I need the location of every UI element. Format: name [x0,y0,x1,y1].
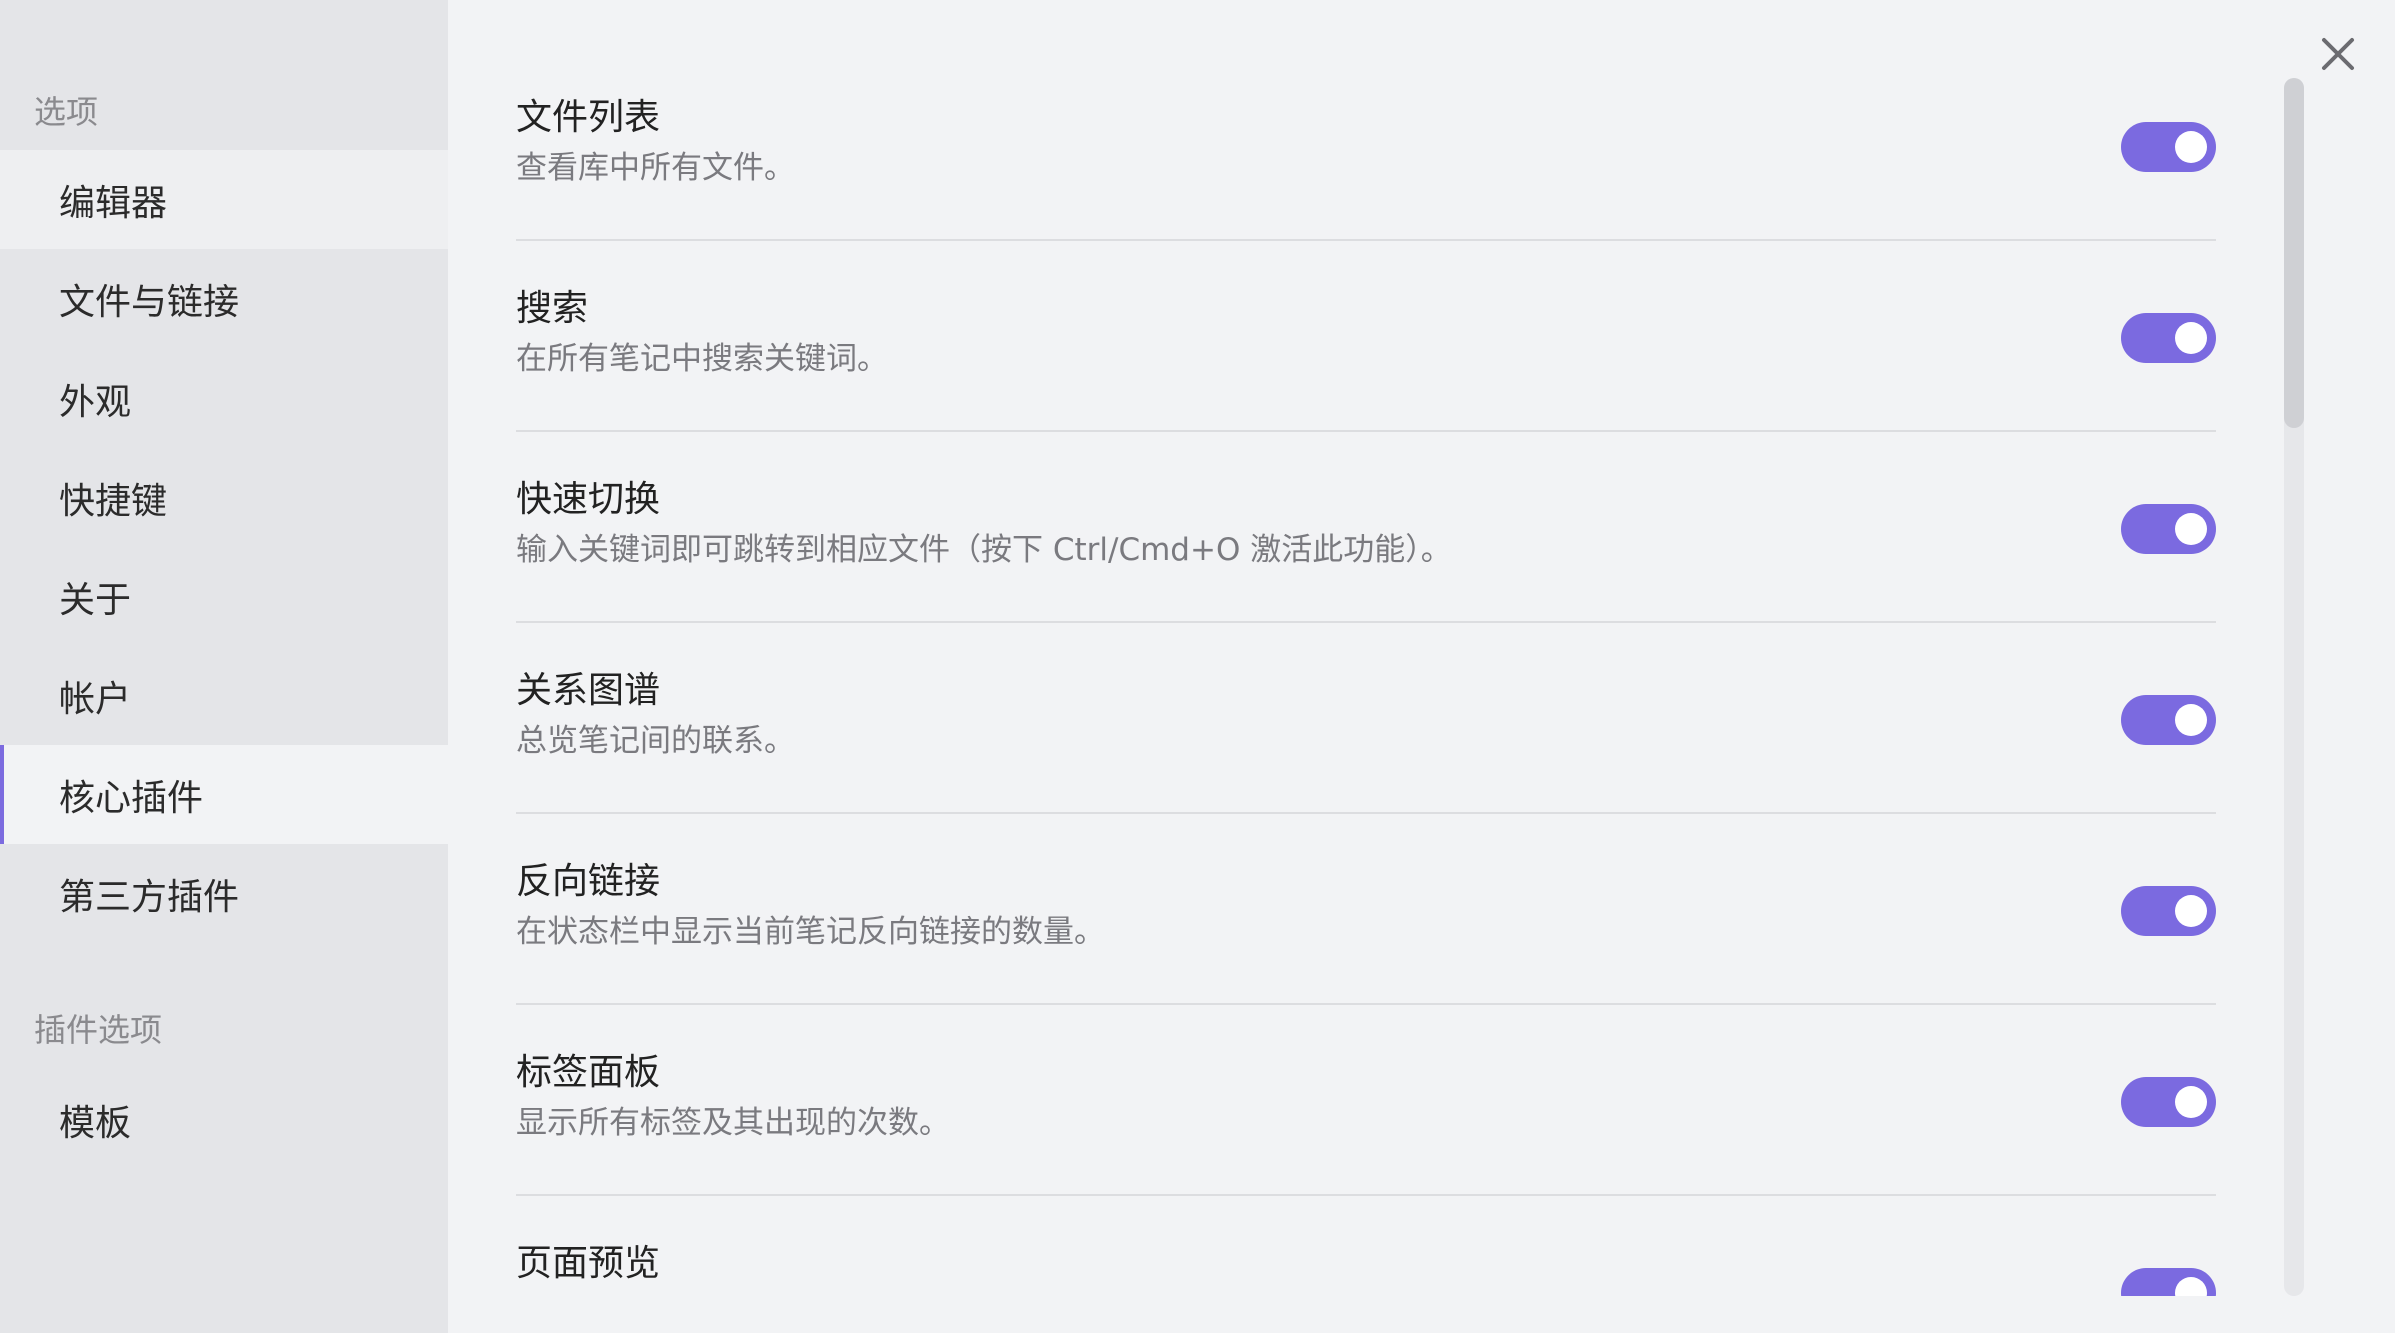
scrollbar-thumb[interactable] [2284,78,2304,428]
sidebar-item-label: 快捷键 [59,480,168,522]
close-button[interactable] [2316,32,2360,76]
setting-name: 页面预览 [516,1243,661,1284]
settings-sidebar: 选项 编辑器 文件与链接 外观 快捷键 关于 帐户 核心插件 第三方插件 插件选… [0,0,448,1333]
setting-description: 查看库中所有文件。 [516,150,795,186]
close-icon [2322,38,2354,70]
toggle-file-explorer[interactable] [2121,122,2216,172]
setting-row-graph-view: 关系图谱 总览笔记间的联系。 [516,623,2216,814]
sidebar-item-label: 核心插件 [59,777,204,819]
sidebar-item-account[interactable]: 帐户 [0,646,448,745]
setting-name: 文件列表 [516,97,661,138]
sidebar-item-appearance[interactable]: 外观 [0,349,448,448]
setting-row-page-preview: 页面预览 [516,1196,2216,1296]
sidebar-item-about[interactable]: 关于 [0,547,448,646]
setting-name: 标签面板 [516,1052,661,1093]
setting-name: 关系图谱 [516,670,661,711]
sidebar-item-templates[interactable]: 模板 [0,1070,448,1169]
setting-description: 输入关键词即可跳转到相应文件（按下 Ctrl/Cmd+O 激活此功能）。 [516,532,1452,568]
setting-row-quick-switcher: 快速切换 输入关键词即可跳转到相应文件（按下 Ctrl/Cmd+O 激活此功能）… [516,432,2216,623]
toggle-backlinks[interactable] [2121,886,2216,936]
toggle-graph-view[interactable] [2121,695,2216,745]
sidebar-item-label: 文件与链接 [59,281,240,323]
toggle-quick-switcher[interactable] [2121,504,2216,554]
settings-content: 文件列表 查看库中所有文件。 搜索 在所有笔记中搜索关键词。 快速切换 输入关键… [516,0,2216,1296]
toggle-page-preview[interactable] [2121,1268,2216,1296]
sidebar-item-editor[interactable]: 编辑器 [0,150,448,249]
toggle-tag-pane[interactable] [2121,1077,2216,1127]
setting-row-search: 搜索 在所有笔记中搜索关键词。 [516,241,2216,432]
setting-description: 在状态栏中显示当前笔记反向链接的数量。 [516,914,1105,950]
setting-row-file-explorer: 文件列表 查看库中所有文件。 [516,50,2216,241]
plugin-options-section-title: 插件选项 [34,1011,163,1049]
setting-description: 在所有笔记中搜索关键词。 [516,341,888,377]
setting-name: 快速切换 [516,479,661,520]
sidebar-item-label: 第三方插件 [59,876,240,918]
sidebar-item-label: 模板 [59,1102,132,1144]
setting-row-backlinks: 反向链接 在状态栏中显示当前笔记反向链接的数量。 [516,814,2216,1005]
scrollbar[interactable] [2284,78,2304,1296]
setting-name: 反向链接 [516,861,661,902]
sidebar-item-community-plugins[interactable]: 第三方插件 [0,844,448,943]
sidebar-item-label: 关于 [59,579,132,621]
sidebar-item-label: 编辑器 [59,182,168,224]
setting-description: 总览笔记间的联系。 [516,723,795,759]
settings-window: 选项 编辑器 文件与链接 外观 快捷键 关于 帐户 核心插件 第三方插件 插件选… [0,0,2395,1333]
sidebar-item-core-plugins[interactable]: 核心插件 [0,745,448,844]
setting-description: 显示所有标签及其出现的次数。 [516,1105,950,1141]
sidebar-item-files-links[interactable]: 文件与链接 [0,249,448,348]
sidebar-item-label: 帐户 [59,678,132,720]
setting-row-tag-pane: 标签面板 显示所有标签及其出现的次数。 [516,1005,2216,1196]
toggle-search[interactable] [2121,313,2216,363]
sidebar-item-label: 外观 [59,381,132,423]
setting-name: 搜索 [516,288,589,329]
options-section-title: 选项 [34,93,99,131]
sidebar-item-hotkeys[interactable]: 快捷键 [0,448,448,547]
